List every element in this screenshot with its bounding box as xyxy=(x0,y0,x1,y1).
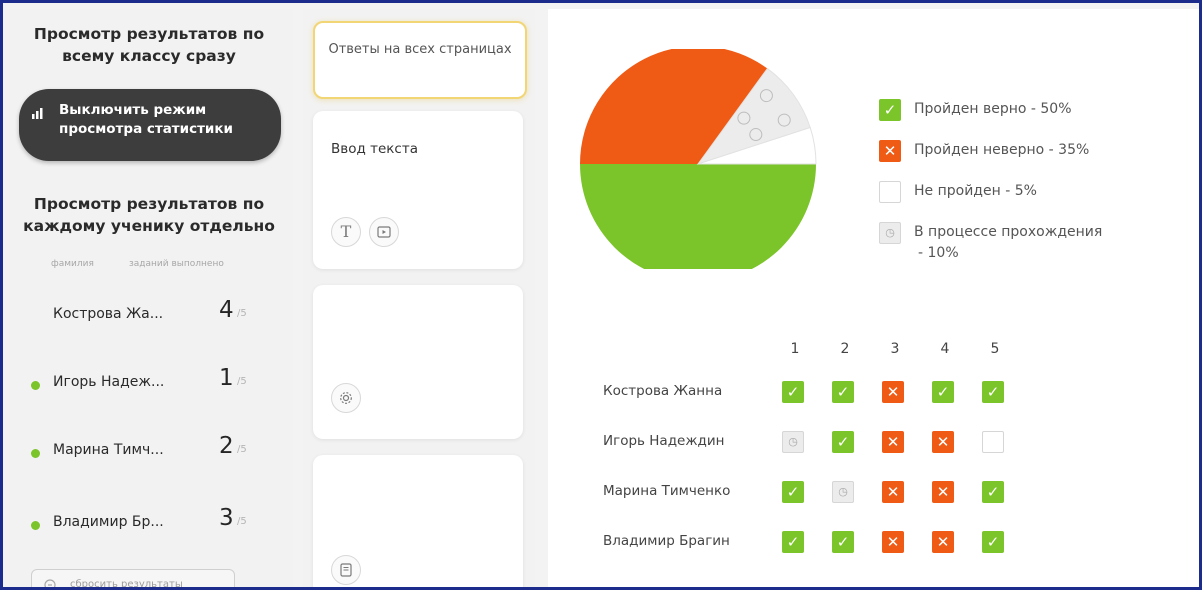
question-number: 4 xyxy=(940,341,950,357)
clock-icon[interactable]: ◷ xyxy=(782,431,804,453)
student-score: 4 xyxy=(219,297,234,323)
question-number: 5 xyxy=(990,341,1000,357)
student-name: Владимир Бр... xyxy=(53,514,164,530)
online-status-dot xyxy=(31,521,40,530)
document-icon xyxy=(331,555,361,585)
student-score-total: /5 xyxy=(237,444,247,455)
page-card-label: Ввод текста xyxy=(331,141,418,157)
empty-box-icon[interactable] xyxy=(982,431,1004,453)
student-results-title: Просмотр результатов по каждому ученику … xyxy=(23,195,275,235)
reset-icon xyxy=(44,579,56,587)
check-icon[interactable]: ✓ xyxy=(982,531,1004,553)
settings-icon xyxy=(331,383,361,413)
result-row-name: Владимир Брагин xyxy=(603,533,730,549)
check-icon[interactable]: ✓ xyxy=(982,381,1004,403)
student-name: Игорь Надеж... xyxy=(53,374,165,390)
app-frame: Просмотр результатов по всему классу сра… xyxy=(0,0,1202,590)
legend-label: Пройден неверно - 35% xyxy=(914,142,1090,158)
check-icon[interactable]: ✓ xyxy=(832,431,854,453)
question-number: 3 xyxy=(890,341,900,357)
cross-icon[interactable]: ✕ xyxy=(932,481,954,503)
cross-icon[interactable]: ✕ xyxy=(882,481,904,503)
online-status-dot xyxy=(31,381,40,390)
online-status-dot xyxy=(31,449,40,458)
empty-box-icon xyxy=(879,181,901,203)
page-card-settings[interactable] xyxy=(313,285,523,439)
check-icon[interactable]: ✓ xyxy=(982,481,1004,503)
question-number: 2 xyxy=(840,341,850,357)
statistics-panel: ✓ Пройден верно - 50% ✕ Пройден неверно … xyxy=(548,9,1199,587)
check-icon[interactable]: ✓ xyxy=(782,481,804,503)
student-row[interactable]: Игорь Надеж... 1 /5 xyxy=(9,363,289,403)
legend-label: Пройден верно - 50% xyxy=(914,101,1072,117)
student-score: 1 xyxy=(219,365,234,391)
page-card-label: Ответы на всех страницах xyxy=(328,42,512,57)
column-header-surname: фамилия xyxy=(51,259,94,269)
toggle-statistics-button[interactable]: Выключить режим просмотра статистики xyxy=(19,89,281,161)
result-row-name: Кострова Жанна xyxy=(603,383,723,399)
page-card-all-answers[interactable]: Ответы на всех страницах xyxy=(313,21,527,99)
legend-item-in-progress: ◷ В процессе прохождения - 10% xyxy=(879,222,1103,264)
student-name: Кострова Жа... xyxy=(53,306,164,322)
legend-item-not-done: Не пройден - 5% xyxy=(879,181,1037,203)
check-icon[interactable]: ✓ xyxy=(782,531,804,553)
left-sidebar: Просмотр результатов по всему классу сра… xyxy=(9,9,293,590)
clock-icon[interactable]: ◷ xyxy=(832,481,854,503)
student-score-total: /5 xyxy=(237,376,247,387)
legend-item-wrong: ✕ Пройден неверно - 35% xyxy=(879,140,1090,162)
student-name: Марина Тимч... xyxy=(53,442,164,458)
question-number: 1 xyxy=(790,341,800,357)
check-icon: ✓ xyxy=(879,99,901,121)
column-header-tasks-done: заданий выполнено xyxy=(129,259,224,269)
student-score: 2 xyxy=(219,433,234,459)
check-icon[interactable]: ✓ xyxy=(782,381,804,403)
toggle-statistics-label: Выключить режим просмотра статистики xyxy=(59,102,234,137)
clock-icon: ◷ xyxy=(879,222,901,244)
cross-icon[interactable]: ✕ xyxy=(882,431,904,453)
student-score-total: /5 xyxy=(237,308,247,319)
check-icon[interactable]: ✓ xyxy=(832,531,854,553)
cross-icon[interactable]: ✕ xyxy=(882,381,904,403)
result-row-name: Игорь Надеждин xyxy=(603,433,725,449)
legend-label-continued: - 10% xyxy=(918,245,959,261)
reset-results-button[interactable]: сбросить результаты xyxy=(31,569,235,590)
cross-icon[interactable]: ✕ xyxy=(882,531,904,553)
student-score: 3 xyxy=(219,505,234,531)
page-card-text-input[interactable]: Ввод текста T xyxy=(313,111,523,269)
student-row[interactable]: Марина Тимч... 2 /5 xyxy=(9,431,289,471)
page-card-document[interactable] xyxy=(313,455,523,587)
legend-label: В процессе прохождения xyxy=(914,224,1103,240)
class-results-title: Просмотр результатов по всему классу сра… xyxy=(33,25,265,65)
legend-item-correct: ✓ Пройден верно - 50% xyxy=(879,99,1072,121)
check-icon[interactable]: ✓ xyxy=(932,381,954,403)
legend-label: Не пройден - 5% xyxy=(914,183,1037,199)
cross-icon[interactable]: ✕ xyxy=(932,531,954,553)
cross-icon[interactable]: ✕ xyxy=(932,431,954,453)
reset-results-label: сбросить результаты xyxy=(70,579,183,590)
student-row[interactable]: Кострова Жа... 4 /5 xyxy=(9,295,289,335)
cross-icon: ✕ xyxy=(879,140,901,162)
check-icon[interactable]: ✓ xyxy=(832,381,854,403)
pie-slice xyxy=(580,164,816,269)
student-row[interactable]: Владимир Бр... 3 /5 xyxy=(9,503,289,543)
pages-column: Ответы на всех страницах Ввод текста T xyxy=(303,9,535,587)
results-pie-chart xyxy=(580,49,817,269)
student-score-total: /5 xyxy=(237,516,247,527)
text-icon: T xyxy=(331,217,361,247)
result-row-name: Марина Тимченко xyxy=(603,483,731,499)
media-icon xyxy=(369,217,399,247)
bar-chart-icon xyxy=(31,105,47,123)
